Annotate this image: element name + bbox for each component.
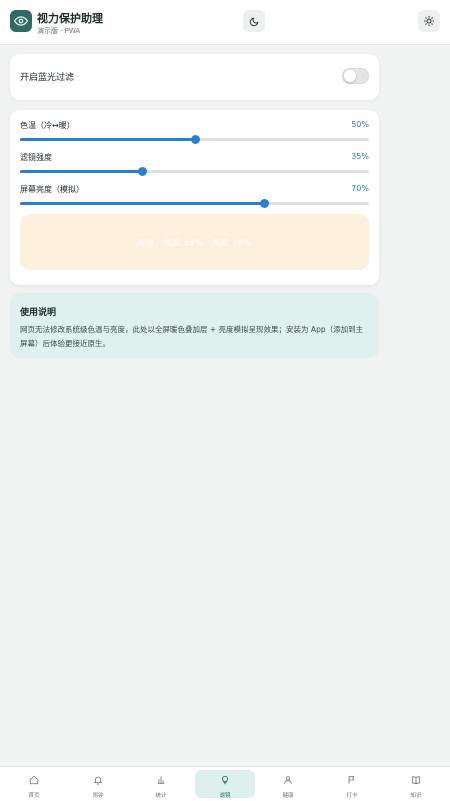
slider-fill [20, 202, 265, 205]
app-title: 视力保护助理 [37, 12, 103, 25]
preview-text: 暖色 · 强度 35% · 亮度 70% [137, 237, 252, 247]
nav-item-stats[interactable]: 统计 [131, 770, 191, 799]
nav-label: 知识 [410, 792, 422, 799]
nav-label: 滤镜 [219, 792, 231, 799]
info-title: 使用说明 [20, 308, 57, 318]
blue-light-switch[interactable] [342, 68, 369, 84]
bar-chart-icon [156, 770, 166, 789]
flag-icon [347, 770, 357, 789]
bottom-nav: 首页 闹钟 统计 滤镜 健康 打卡 知识 [0, 766, 450, 801]
filter-strength-slider[interactable] [20, 167, 369, 176]
bell-icon [93, 770, 103, 789]
slider-fill [20, 138, 195, 141]
filter-preview: 暖色 · 强度 35% · 亮度 70% [20, 214, 369, 270]
nav-item-checkin[interactable]: 打卡 [322, 770, 382, 799]
app-header: 视力保护助理 演示版 · PWA [0, 0, 450, 45]
brightness-button[interactable] [418, 10, 440, 32]
brightness-slider[interactable] [20, 199, 369, 208]
filter-settings-card: 色温（冷↔暖） 50% 滤镜强度 35% 屏幕亮度（模拟） 70% 暖色 · 强… [10, 110, 379, 285]
nav-item-alarm[interactable]: 闹钟 [68, 770, 128, 799]
bulb-icon [220, 770, 230, 789]
color-temp-value: 50% [351, 120, 369, 129]
nav-item-health[interactable]: 健康 [258, 770, 318, 799]
slider-fill [20, 170, 143, 173]
nav-item-filter[interactable]: 滤镜 [195, 770, 255, 799]
nav-item-home[interactable]: 首页 [4, 770, 64, 799]
nav-item-knowledge[interactable]: 知识 [386, 770, 446, 799]
moon-icon [249, 12, 259, 31]
app-subtitle: 演示版 · PWA [37, 27, 81, 35]
color-temp-slider[interactable] [20, 135, 369, 144]
nav-label: 统计 [155, 792, 167, 799]
switch-knob [344, 70, 356, 82]
slider-thumb[interactable] [260, 199, 270, 208]
nav-label: 闹钟 [92, 792, 104, 799]
theme-toggle-button[interactable] [243, 10, 265, 32]
filter-strength-value: 35% [351, 152, 369, 161]
filter-toggle-card: 开启蓝光过滤 [10, 54, 379, 100]
color-temp-label: 色温（冷↔暖） [20, 121, 75, 130]
nav-label: 首页 [28, 792, 40, 799]
home-icon [29, 770, 39, 789]
filter-strength-label: 滤镜强度 [20, 153, 52, 162]
sun-icon [423, 12, 435, 31]
person-icon [283, 770, 293, 789]
nav-label: 健康 [282, 792, 294, 799]
slider-thumb[interactable] [138, 167, 148, 176]
nav-label: 打卡 [346, 792, 358, 799]
eye-icon[interactable] [10, 10, 32, 32]
brightness-label: 屏幕亮度（模拟） [20, 185, 84, 194]
brightness-value: 70% [351, 184, 369, 193]
book-icon [411, 770, 421, 789]
usage-info-card: 使用说明 网页无法修改系统级色温与亮度，此处以全屏暖色叠加层 + 亮度模拟呈现效… [10, 293, 379, 358]
info-text: 网页无法修改系统级色温与亮度，此处以全屏暖色叠加层 + 亮度模拟呈现效果；安装为… [20, 325, 364, 348]
slider-thumb[interactable] [190, 135, 200, 144]
filter-toggle-label: 开启蓝光过滤 [20, 73, 75, 83]
